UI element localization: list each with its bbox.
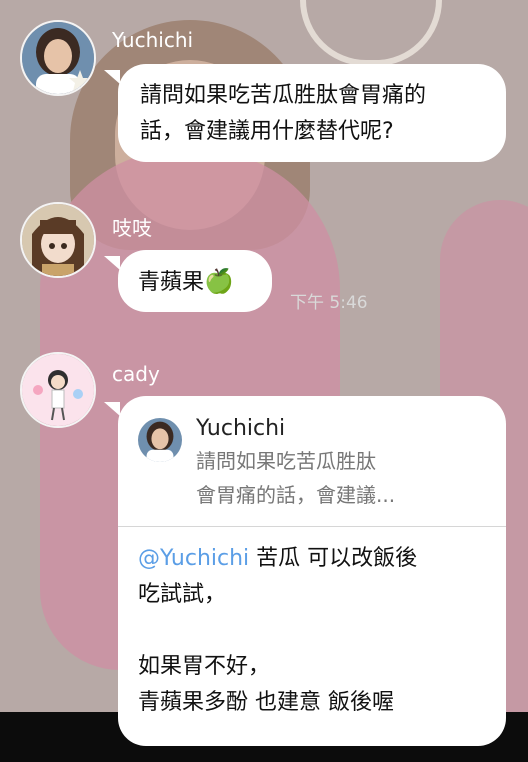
avatar-zhizhi[interactable] <box>20 202 96 278</box>
message-bubble[interactable]: 青蘋果🍏 <box>118 250 272 312</box>
reply-message-bubble[interactable]: Yuchichi 請問如果吃苦瓜胜肽 會胃痛的話，會建議... @Yuchich… <box>118 396 506 746</box>
bubble-tail <box>104 70 120 84</box>
reply-text-line: 如果胃不好， <box>138 654 271 679</box>
quoted-message[interactable]: Yuchichi 請問如果吃苦瓜胜肽 會胃痛的話，會建議... <box>118 396 506 527</box>
quoted-text-line: 請問如果吃苦瓜胜肽 <box>196 449 376 473</box>
background-ring <box>300 0 442 66</box>
sender-name: Yuchichi <box>112 28 194 52</box>
quoted-avatar-image <box>138 418 182 462</box>
reply-text-line: 苦瓜 可以改飯後 <box>249 546 418 571</box>
quoted-sender-name: Yuchichi <box>196 416 286 441</box>
avatar-image <box>22 22 94 94</box>
avatar-image <box>22 204 94 276</box>
quoted-avatar <box>138 418 182 462</box>
avatar-cady[interactable] <box>20 352 96 428</box>
avatar-image <box>22 354 94 426</box>
message-text-line: 請問如果吃苦瓜胜肽會胃痛的 <box>140 83 427 108</box>
mention-link[interactable]: @Yuchichi <box>138 546 249 571</box>
message-bubble[interactable]: 請問如果吃苦瓜胜肽會胃痛的 話，會建議用什麼替代呢? <box>118 64 506 162</box>
sender-name: 吱吱 <box>112 216 152 240</box>
reply-text-line: 吃試試， <box>138 582 227 607</box>
message-text: 青蘋果 <box>138 270 205 295</box>
green-apple-icon: 🍏 <box>204 267 234 295</box>
reply-text: @Yuchichi 苦瓜 可以改飯後 吃試試， 如果胃不好， 青蘋果多酚 也建意… <box>118 527 506 731</box>
avatar-yuchichi[interactable] <box>20 20 96 96</box>
quoted-text-line: 會胃痛的話，會建議... <box>196 483 396 507</box>
sender-name: cady <box>112 362 160 386</box>
reply-text-line: 青蘋果多酚 也建意 飯後喔 <box>138 690 394 715</box>
timestamp: 下午 5:46 <box>290 293 368 313</box>
bubble-tail <box>104 256 120 270</box>
message-text-line: 話，會建議用什麼替代呢? <box>140 119 394 144</box>
